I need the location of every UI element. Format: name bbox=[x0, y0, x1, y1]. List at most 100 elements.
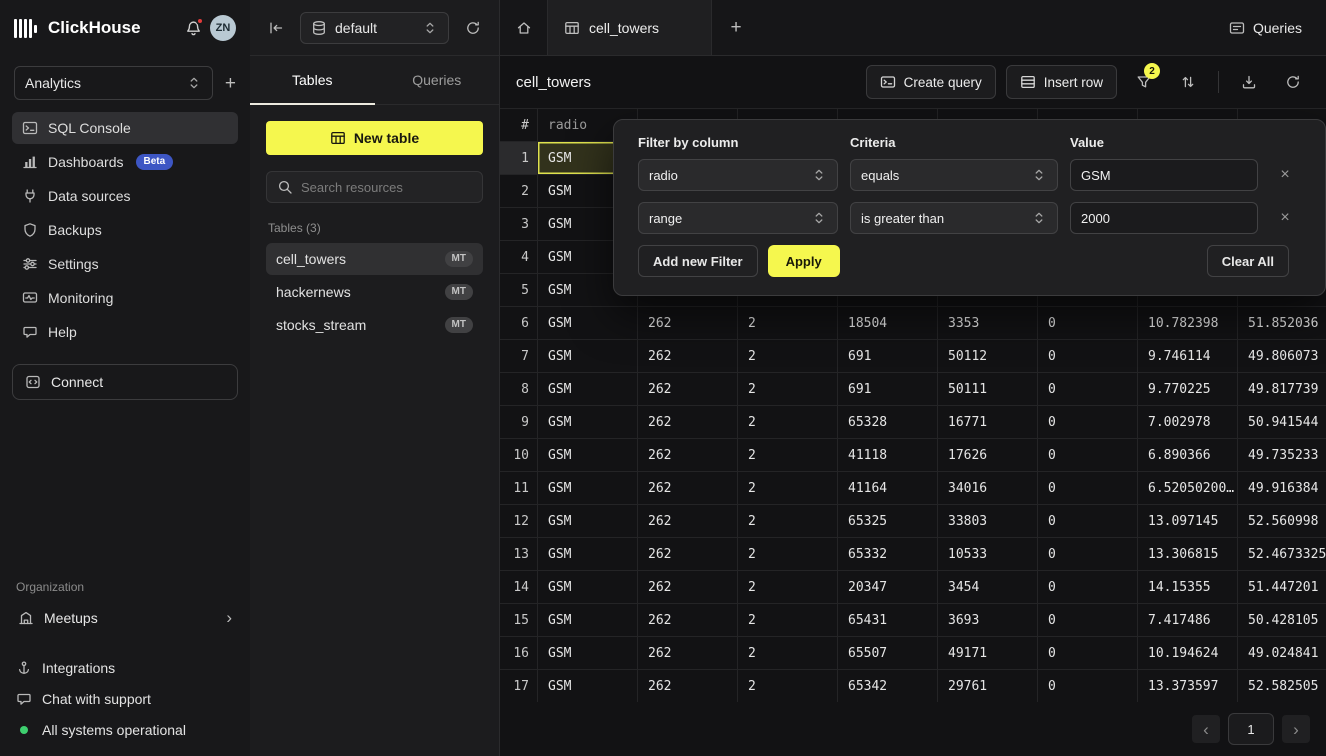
download-button[interactable] bbox=[1232, 65, 1266, 99]
data-cell[interactable]: GSM bbox=[538, 472, 638, 505]
sidebar-item-settings[interactable]: Settings bbox=[12, 248, 238, 280]
data-cell[interactable]: 52.582505 bbox=[1238, 670, 1326, 702]
data-cell[interactable]: 2 bbox=[738, 406, 838, 439]
data-cell[interactable]: 65431 bbox=[838, 604, 938, 637]
data-cell[interactable]: 0 bbox=[1038, 538, 1138, 571]
table-item-cell_towers[interactable]: cell_towersMT bbox=[266, 243, 483, 275]
data-cell[interactable]: 0 bbox=[1038, 604, 1138, 637]
data-cell[interactable]: GSM bbox=[538, 637, 638, 670]
table-item-hackernews[interactable]: hackernewsMT bbox=[266, 276, 483, 308]
add-new-filter-button[interactable]: Add new Filter bbox=[638, 245, 758, 277]
remove-filter-button[interactable]: × bbox=[1270, 167, 1300, 183]
data-cell[interactable]: 65507 bbox=[838, 637, 938, 670]
data-cell[interactable]: 29761 bbox=[938, 670, 1038, 702]
row-number[interactable]: 2 bbox=[500, 175, 538, 208]
data-cell[interactable]: 2 bbox=[738, 439, 838, 472]
data-cell[interactable]: 49.735233 bbox=[1238, 439, 1326, 472]
data-cell[interactable]: 51.852036 bbox=[1238, 307, 1326, 340]
data-cell[interactable]: 65325 bbox=[838, 505, 938, 538]
footer-item-all-systems-operational[interactable]: All systems operational bbox=[16, 722, 234, 738]
data-cell[interactable]: 10533 bbox=[938, 538, 1038, 571]
row-number[interactable]: 9 bbox=[500, 406, 538, 439]
data-cell[interactable]: 2 bbox=[738, 604, 838, 637]
home-tab[interactable] bbox=[500, 0, 548, 55]
row-number[interactable]: 12 bbox=[500, 505, 538, 538]
data-cell[interactable]: 10.782398 bbox=[1138, 307, 1238, 340]
data-cell[interactable]: GSM bbox=[538, 307, 638, 340]
data-cell[interactable]: 262 bbox=[638, 538, 738, 571]
sidebar-item-dashboards[interactable]: DashboardsBeta bbox=[12, 146, 238, 178]
data-cell[interactable]: 52.560998 bbox=[1238, 505, 1326, 538]
data-cell[interactable]: 49.806073 bbox=[1238, 340, 1326, 373]
row-number[interactable]: 14 bbox=[500, 571, 538, 604]
data-cell[interactable]: 7.002978 bbox=[1138, 406, 1238, 439]
create-query-button[interactable]: Create query bbox=[866, 65, 996, 99]
data-cell[interactable]: 2 bbox=[738, 505, 838, 538]
data-cell[interactable]: 65328 bbox=[838, 406, 938, 439]
column-header-#[interactable]: # bbox=[500, 109, 538, 142]
data-cell[interactable]: 2 bbox=[738, 637, 838, 670]
data-cell[interactable]: 9.770225 bbox=[1138, 373, 1238, 406]
filter-column-select[interactable]: range bbox=[638, 202, 838, 234]
data-cell[interactable]: 691 bbox=[838, 340, 938, 373]
footer-item-integrations[interactable]: Integrations bbox=[16, 660, 234, 676]
data-cell[interactable]: 49.916384 bbox=[1238, 472, 1326, 505]
data-cell[interactable]: 262 bbox=[638, 439, 738, 472]
sidebar-item-backups[interactable]: Backups bbox=[12, 214, 238, 246]
row-number[interactable]: 6 bbox=[500, 307, 538, 340]
data-cell[interactable]: 13.097145 bbox=[1138, 505, 1238, 538]
avatar[interactable]: ZN bbox=[210, 15, 236, 41]
data-cell[interactable]: 262 bbox=[638, 505, 738, 538]
data-cell[interactable]: 65332 bbox=[838, 538, 938, 571]
data-cell[interactable]: 49.024841 bbox=[1238, 637, 1326, 670]
data-cell[interactable]: 14.15355 bbox=[1138, 571, 1238, 604]
row-number[interactable]: 8 bbox=[500, 373, 538, 406]
data-cell[interactable]: 3454 bbox=[938, 571, 1038, 604]
queries-button[interactable]: Queries bbox=[1229, 20, 1302, 36]
data-cell[interactable]: 262 bbox=[638, 571, 738, 604]
data-cell[interactable]: 2 bbox=[738, 538, 838, 571]
data-cell[interactable]: 262 bbox=[638, 340, 738, 373]
new-table-button[interactable]: New table bbox=[266, 121, 483, 155]
data-cell[interactable]: 0 bbox=[1038, 670, 1138, 702]
row-number[interactable]: 1 bbox=[500, 142, 538, 175]
data-cell[interactable]: 0 bbox=[1038, 571, 1138, 604]
search-input[interactable] bbox=[301, 180, 472, 195]
data-cell[interactable]: 6.52050200… bbox=[1138, 472, 1238, 505]
data-cell[interactable]: 7.417486 bbox=[1138, 604, 1238, 637]
row-number[interactable]: 16 bbox=[500, 637, 538, 670]
data-cell[interactable]: GSM bbox=[538, 538, 638, 571]
data-cell[interactable]: 3353 bbox=[938, 307, 1038, 340]
notifications-bell-icon[interactable] bbox=[185, 20, 202, 37]
new-tab-button[interactable]: + bbox=[712, 0, 760, 55]
data-cell[interactable]: 3693 bbox=[938, 604, 1038, 637]
data-cell[interactable]: 16771 bbox=[938, 406, 1038, 439]
row-number[interactable]: 5 bbox=[500, 274, 538, 307]
data-cell[interactable]: 18504 bbox=[838, 307, 938, 340]
connect-button[interactable]: Connect bbox=[12, 364, 238, 400]
data-cell[interactable]: 13.373597 bbox=[1138, 670, 1238, 702]
filter-criteria-select[interactable]: equals bbox=[850, 159, 1058, 191]
data-cell[interactable]: 20347 bbox=[838, 571, 938, 604]
data-cell[interactable]: 65342 bbox=[838, 670, 938, 702]
filter-column-select[interactable]: radio bbox=[638, 159, 838, 191]
workspace-select[interactable]: Analytics bbox=[14, 66, 213, 100]
data-cell[interactable]: 10.194624 bbox=[1138, 637, 1238, 670]
filter-button[interactable]: 2 bbox=[1127, 65, 1161, 99]
data-cell[interactable]: GSM bbox=[538, 604, 638, 637]
data-cell[interactable]: 6.890366 bbox=[1138, 439, 1238, 472]
data-cell[interactable]: 0 bbox=[1038, 472, 1138, 505]
data-cell[interactable]: 0 bbox=[1038, 373, 1138, 406]
data-cell[interactable]: GSM bbox=[538, 571, 638, 604]
tab-queries[interactable]: Queries bbox=[375, 56, 500, 104]
data-cell[interactable]: 0 bbox=[1038, 406, 1138, 439]
data-cell[interactable]: 49171 bbox=[938, 637, 1038, 670]
data-cell[interactable]: 262 bbox=[638, 670, 738, 702]
data-cell[interactable]: 0 bbox=[1038, 340, 1138, 373]
data-cell[interactable]: 41118 bbox=[838, 439, 938, 472]
apply-filter-button[interactable]: Apply bbox=[768, 245, 840, 277]
data-cell[interactable]: 2 bbox=[738, 670, 838, 702]
data-cell[interactable]: 52.4673325 bbox=[1238, 538, 1326, 571]
data-cell[interactable]: 0 bbox=[1038, 439, 1138, 472]
data-cell[interactable]: 262 bbox=[638, 406, 738, 439]
